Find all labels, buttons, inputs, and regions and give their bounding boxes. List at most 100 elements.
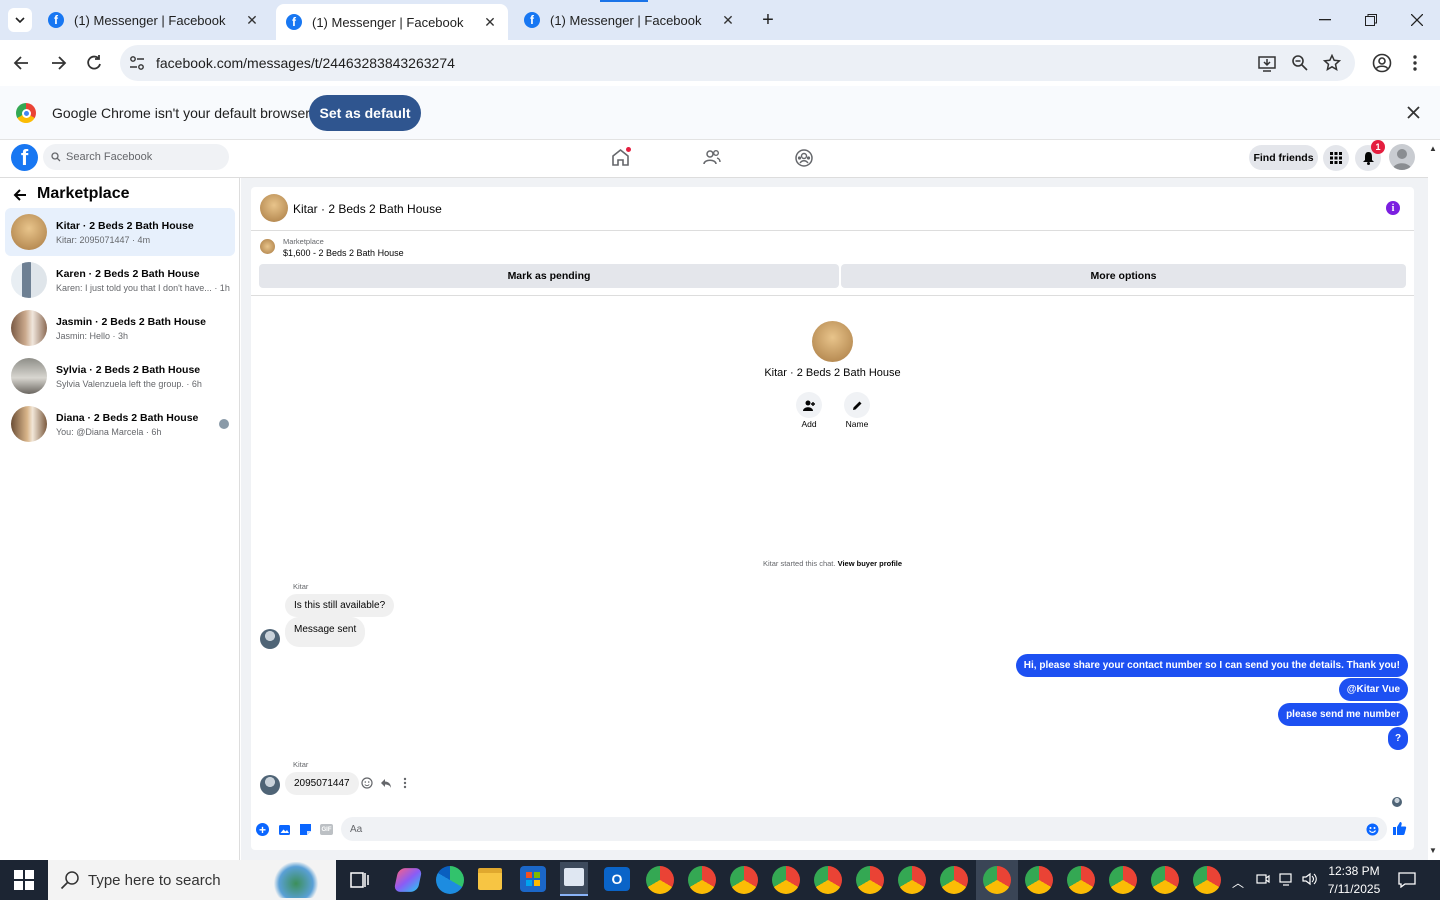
sender-avatar[interactable]: [260, 629, 280, 649]
emoji-icon[interactable]: [1366, 823, 1379, 836]
conversation-item[interactable]: Karen · 2 Beds 2 Bath House Karen: I jus…: [5, 256, 235, 304]
incoming-message[interactable]: 2095071447: [285, 772, 359, 795]
edge-icon[interactable]: [436, 866, 464, 894]
account-avatar[interactable]: [1389, 144, 1415, 170]
close-tab-icon[interactable]: ✕: [244, 12, 260, 29]
chat-title[interactable]: Kitar · 2 Beds 2 Bath House: [293, 202, 442, 216]
remote-app-icon[interactable]: [560, 862, 588, 896]
friends-nav-icon[interactable]: [703, 149, 721, 165]
find-friends-button[interactable]: Find friends: [1249, 145, 1318, 170]
taskbar-search-placeholder: Type here to search: [88, 871, 221, 889]
menu-kebab-icon[interactable]: [1412, 54, 1418, 72]
add-label: Add: [801, 419, 817, 429]
reload-button[interactable]: [84, 53, 104, 73]
listing-small-thumbnail: [260, 239, 275, 254]
view-buyer-profile-link[interactable]: View buyer profile: [838, 559, 902, 568]
back-button[interactable]: [12, 53, 32, 73]
chrome-taskbar-icon[interactable]: [1067, 866, 1095, 894]
chrome-taskbar-icon[interactable]: [1193, 866, 1221, 894]
thumbs-up-icon[interactable]: [1392, 821, 1407, 836]
set-default-button[interactable]: Set as default: [309, 95, 421, 131]
outgoing-message[interactable]: ?: [1388, 727, 1408, 750]
conversation-item[interactable]: Kitar · 2 Beds 2 Bath House Kitar: 20950…: [5, 208, 235, 256]
bell-icon: [1362, 152, 1374, 165]
scroll-up-arrow-icon[interactable]: ▲: [1429, 144, 1437, 153]
chrome-taskbar-icon[interactable]: [856, 866, 884, 894]
outgoing-message[interactable]: Hi, please share your contact number so …: [1015, 654, 1408, 677]
profile-icon[interactable]: [1372, 53, 1392, 73]
chrome-taskbar-icon[interactable]: [772, 866, 800, 894]
outgoing-message[interactable]: @Kitar Vue: [1338, 678, 1408, 701]
react-smiley-icon[interactable]: [361, 777, 373, 789]
browser-tab-2[interactable]: f (1) Messenger | Facebook ✕: [276, 4, 508, 40]
chrome-taskbar-icon[interactable]: [1025, 866, 1053, 894]
chrome-taskbar-icon[interactable]: [646, 866, 674, 894]
groups-nav-icon[interactable]: [795, 149, 813, 167]
file-explorer-icon[interactable]: [478, 868, 502, 890]
close-tab-icon[interactable]: ✕: [482, 14, 498, 31]
chrome-taskbar-icon[interactable]: [1151, 866, 1179, 894]
task-view-icon[interactable]: [350, 870, 370, 890]
facebook-search-input[interactable]: Search Facebook: [43, 144, 229, 170]
more-actions-icon[interactable]: [403, 777, 407, 789]
address-bar[interactable]: facebook.com/messages/t/2446328384326327…: [120, 45, 1355, 81]
facebook-logo-icon[interactable]: f: [11, 144, 38, 171]
restore-button[interactable]: [1348, 0, 1394, 40]
notification-center-icon[interactable]: [1398, 872, 1416, 888]
message-input[interactable]: Aa: [341, 817, 1387, 841]
incoming-message[interactable]: Message sent: [285, 617, 366, 647]
install-app-icon[interactable]: [1258, 54, 1276, 72]
chrome-taskbar-icon[interactable]: [940, 866, 968, 894]
listing-title[interactable]: $1,600 - 2 Beds 2 Bath House: [283, 248, 404, 258]
chrome-taskbar-icon[interactable]: [814, 866, 842, 894]
outlook-icon[interactable]: O: [604, 867, 630, 891]
more-options-button[interactable]: More options: [841, 264, 1406, 288]
add-people-button[interactable]: [796, 392, 822, 418]
show-hidden-icons-icon[interactable]: ︿: [1232, 874, 1244, 891]
meet-now-icon[interactable]: [1256, 872, 1270, 886]
close-infobar-icon[interactable]: [1407, 106, 1420, 119]
windows-start-icon[interactable]: [14, 870, 34, 890]
close-window-button[interactable]: [1394, 0, 1440, 40]
back-arrow-icon[interactable]: [12, 187, 28, 203]
chrome-taskbar-icon[interactable]: [983, 866, 1011, 894]
more-composer-actions-icon[interactable]: +: [256, 823, 269, 837]
minimize-button[interactable]: [1302, 0, 1348, 40]
browser-tab-1[interactable]: f (1) Messenger | Facebook ✕: [38, 0, 270, 40]
incoming-message[interactable]: Is this still available?: [285, 594, 395, 617]
reply-icon[interactable]: [380, 777, 392, 789]
conversation-item[interactable]: Jasmin · 2 Beds 2 Bath House Jasmin: Hel…: [5, 304, 235, 352]
bookmark-star-icon[interactable]: [1323, 54, 1341, 72]
browser-tab-3[interactable]: f (1) Messenger | Facebook ✕: [514, 0, 746, 40]
chrome-taskbar-icon[interactable]: [688, 866, 716, 894]
sticker-icon[interactable]: [299, 823, 312, 836]
tab-search-button[interactable]: [8, 8, 32, 32]
close-tab-icon[interactable]: ✕: [720, 12, 736, 29]
search-highlight-icon[interactable]: [274, 862, 318, 898]
sender-avatar[interactable]: [260, 775, 280, 795]
chat-listing-avatar[interactable]: [260, 194, 288, 222]
scroll-down-arrow-icon[interactable]: ▼: [1429, 846, 1437, 855]
gif-icon[interactable]: GIF: [320, 824, 333, 835]
zoom-icon[interactable]: [1291, 54, 1309, 72]
forward-button[interactable]: [48, 53, 68, 73]
menu-button[interactable]: [1323, 145, 1349, 171]
attach-photo-icon[interactable]: [278, 823, 291, 836]
taskbar-clock[interactable]: 12:38 PM 7/11/2025: [1322, 862, 1386, 898]
info-icon[interactable]: i: [1386, 201, 1400, 215]
name-group-button[interactable]: [844, 392, 870, 418]
site-info-icon[interactable]: [128, 54, 146, 72]
volume-icon[interactable]: [1302, 872, 1318, 886]
mark-as-pending-button[interactable]: Mark as pending: [259, 264, 839, 288]
conversation-item[interactable]: Diana · 2 Beds 2 Bath House You: @Diana …: [5, 400, 235, 448]
chrome-taskbar-icon[interactable]: [898, 866, 926, 894]
network-icon[interactable]: [1279, 872, 1295, 886]
conversation-item[interactable]: Sylvia · 2 Beds 2 Bath House Sylvia Vale…: [5, 352, 235, 400]
chrome-taskbar-icon[interactable]: [1109, 866, 1137, 894]
chrome-taskbar-icon[interactable]: [730, 866, 758, 894]
new-tab-button[interactable]: +: [756, 8, 780, 32]
outgoing-message[interactable]: please send me number: [1278, 703, 1408, 726]
store-icon[interactable]: [520, 866, 546, 892]
listing-thumbnail: [11, 406, 47, 442]
page-scrollbar[interactable]: [1428, 140, 1440, 860]
